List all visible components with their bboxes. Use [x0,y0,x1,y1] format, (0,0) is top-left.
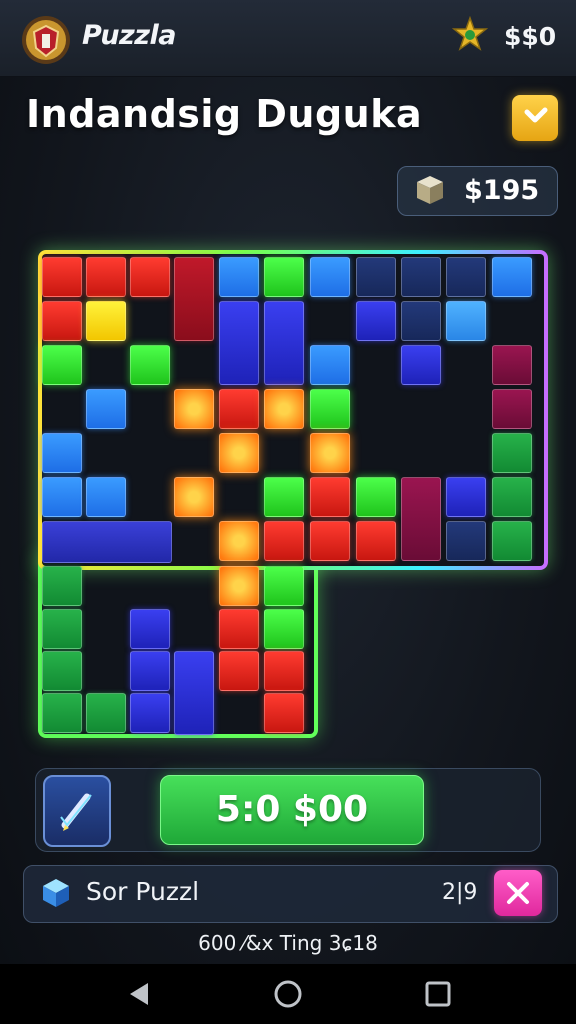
price-pill[interactable]: $195 [397,166,558,216]
block[interactable] [264,521,304,561]
block[interactable] [310,521,350,561]
block[interactable] [86,257,126,297]
block[interactable] [401,301,441,341]
close-icon [507,882,529,904]
block[interactable] [42,477,82,517]
block[interactable] [492,477,532,517]
chevron-right-icon [524,107,548,123]
block[interactable] [264,301,304,385]
block[interactable] [264,609,304,649]
block[interactable] [130,693,170,733]
edit-button[interactable] [43,775,111,847]
block[interactable] [42,433,82,473]
block[interactable] [219,521,259,561]
block[interactable] [356,301,396,341]
block[interactable] [446,301,486,341]
block[interactable] [42,651,82,691]
treasure-box-icon [417,176,443,204]
block[interactable] [42,693,82,733]
block[interactable] [42,345,82,385]
block[interactable] [446,257,486,297]
block[interactable] [42,566,82,606]
top-bar: Puzzla $$0 [0,0,576,77]
block[interactable] [174,477,214,517]
block[interactable] [219,301,259,385]
block[interactable] [356,257,396,297]
block[interactable] [86,693,126,733]
block[interactable] [174,651,214,735]
block[interactable] [174,257,214,341]
block[interactable] [401,345,441,385]
next-button[interactable] [512,95,558,141]
block[interactable] [130,345,170,385]
crest-logo-icon[interactable] [20,14,72,66]
block[interactable] [356,521,396,561]
block[interactable] [264,566,304,606]
block[interactable] [264,651,304,691]
block[interactable] [492,389,532,429]
block[interactable] [219,389,259,429]
recents-square-icon[interactable] [422,978,454,1010]
block[interactable] [86,389,126,429]
block[interactable] [219,433,259,473]
block[interactable] [492,521,532,561]
block[interactable] [42,609,82,649]
block[interactable] [130,651,170,691]
block[interactable] [86,301,126,341]
block[interactable] [264,477,304,517]
block[interactable] [42,257,82,297]
block[interactable] [492,345,532,385]
block[interactable] [446,477,486,517]
play-button[interactable]: 5:0 $00 [160,775,424,845]
block[interactable] [492,433,532,473]
block[interactable] [264,389,304,429]
footer-text: 600 ⁄&x Ting 3ɕ18 [198,931,378,955]
price-value: $195 [464,175,540,206]
page-title: Indandsig Duguka [26,92,423,136]
block[interactable] [219,257,259,297]
block[interactable] [310,345,350,385]
home-circle-icon[interactable] [272,978,304,1010]
info-label: Sor Puzzl [86,877,200,906]
block[interactable] [219,566,259,606]
app-title: Puzzla [82,20,176,51]
block[interactable] [130,609,170,649]
block[interactable] [219,609,259,649]
block[interactable] [401,257,441,297]
block[interactable] [42,301,82,341]
coins-value: $$0 [504,22,557,51]
block[interactable] [310,433,350,473]
block[interactable] [219,651,259,691]
block[interactable] [86,477,126,517]
block[interactable] [310,477,350,517]
cube-icon [43,879,69,907]
block[interactable] [446,521,486,561]
block[interactable] [310,389,350,429]
block[interactable] [264,693,304,733]
block[interactable] [130,257,170,297]
block[interactable] [174,389,214,429]
info-count: 2|9 [442,880,478,905]
block[interactable] [492,257,532,297]
back-triangle-icon[interactable] [124,978,156,1010]
star-badge-icon [452,16,488,51]
system-nav-bar [0,964,576,1024]
block[interactable] [401,477,441,561]
block[interactable] [310,257,350,297]
pencil-edit-icon [60,793,92,831]
block[interactable] [356,477,396,517]
close-button[interactable] [494,870,542,916]
block[interactable] [264,257,304,297]
